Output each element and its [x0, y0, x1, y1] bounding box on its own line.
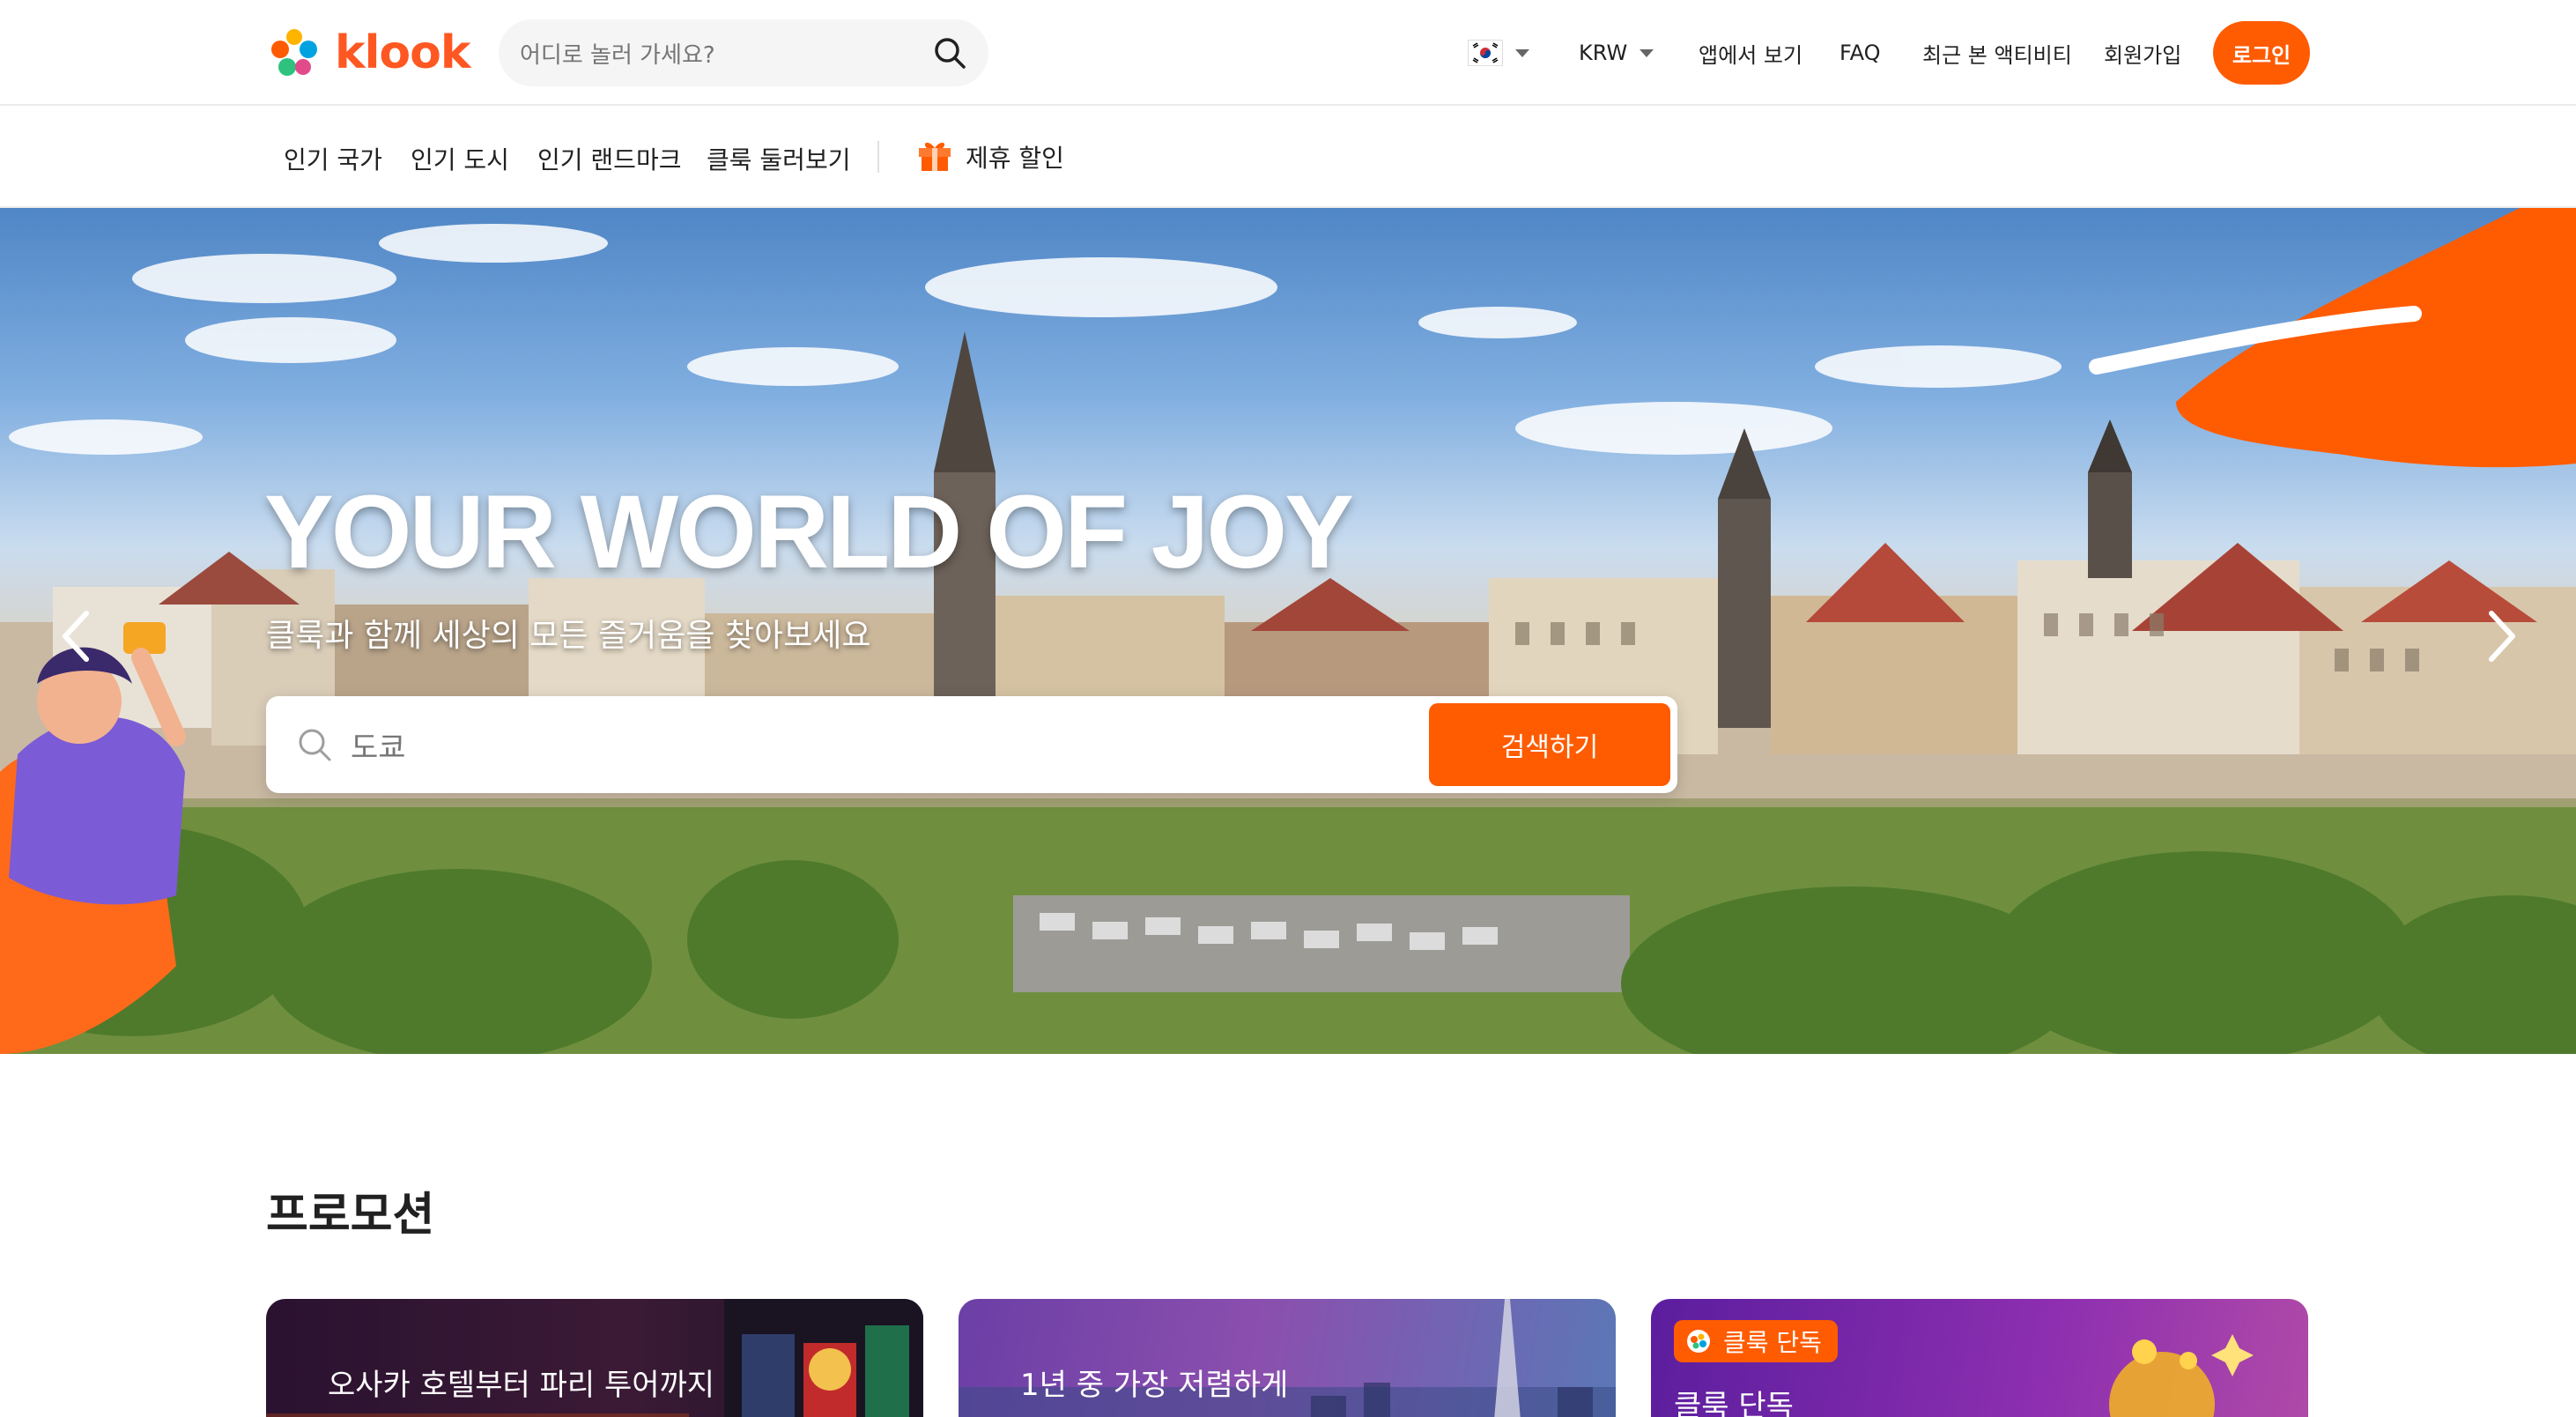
chevron-left-icon: [63, 611, 89, 662]
hero-banner: YOUR WORLD OF JOY 클룩과 함께 세상의 모든 즐거움을 찾아보…: [0, 208, 2576, 1054]
login-button[interactable]: 로그인: [2213, 21, 2310, 85]
promo-card-text: 1년 중 가장 저렴하게: [1020, 1368, 1289, 1403]
klook-logo-text: klook: [335, 26, 470, 79]
promotions-title: 프로모션: [266, 1189, 435, 1242]
view-in-app-link[interactable]: 앱에서 보기: [1699, 19, 1802, 86]
top-header: klook 어디로 놀러 가세요? KRW 앱에서 보기 FAQ 최근 본 액티…: [0, 0, 2576, 106]
signup-link[interactable]: 회원가입: [2104, 19, 2181, 86]
category-nav: 인기 국가 인기 도시 인기 랜드마크 클룩 둘러보기 제휴 할인: [0, 108, 2576, 208]
currency-label: KRW: [1579, 41, 1628, 65]
nav-partner-discount[interactable]: 제휴 할인: [966, 139, 1064, 174]
hero-search-input[interactable]: 도쿄 검색하기: [266, 696, 1677, 793]
recently-viewed-label: 최근 본 액티비티: [1922, 42, 2072, 68]
currency-selector[interactable]: KRW: [1579, 19, 1654, 86]
hero-title: YOUR WORLD OF JOY: [264, 474, 1354, 590]
hero-search-button[interactable]: 검색하기: [1429, 703, 1670, 786]
promo-card-text: 클룩 단독: [1674, 1389, 1794, 1417]
chevron-down-icon: [1515, 48, 1529, 57]
nav-divider: [877, 141, 879, 173]
chevron-right-icon: [2489, 611, 2515, 662]
recently-viewed-link[interactable]: 최근 본 액티비티: [1922, 19, 2072, 86]
carousel-prev-button[interactable]: [49, 601, 102, 671]
exclusive-badge-label: 클룩 단독: [1723, 1328, 1822, 1357]
hero-subtitle: 클룩과 함께 세상의 모든 즐거움을 찾아보세요: [266, 618, 871, 654]
klook-badge-icon: [1687, 1330, 1710, 1353]
carousel-next-button[interactable]: [2476, 601, 2528, 671]
exclusive-badge: 클룩 단독: [1674, 1320, 1838, 1362]
faq-label: FAQ: [1839, 41, 1881, 65]
promo-card[interactable]: 클룩 단독 클룩 단독: [1651, 1299, 2308, 1417]
gift-icon: [919, 142, 951, 171]
view-in-app-label: 앱에서 보기: [1699, 42, 1803, 68]
search-icon[interactable]: [932, 35, 967, 70]
nav-popular-countries[interactable]: 인기 국가: [284, 141, 382, 176]
locale-selector[interactable]: [1468, 19, 1529, 86]
promo-card[interactable]: 오사카 호텔부터 파리 투어까지: [266, 1299, 923, 1417]
nav-popular-cities[interactable]: 인기 도시: [411, 141, 509, 176]
nav-popular-landmarks[interactable]: 인기 랜드마크: [537, 141, 681, 176]
header-search-placeholder: 어디로 놀러 가세요?: [520, 41, 715, 69]
chevron-down-icon: [1640, 48, 1654, 57]
klook-logo-mark-icon: [271, 29, 317, 76]
korea-flag-icon: [1468, 40, 1503, 66]
promo-card[interactable]: 1년 중 가장 저렴하게: [959, 1299, 1616, 1417]
klook-logo[interactable]: klook: [264, 21, 470, 85]
signup-label: 회원가입: [2104, 42, 2182, 68]
promo-card-text: 오사카 호텔부터 파리 투어까지: [328, 1368, 715, 1403]
faq-link[interactable]: FAQ: [1839, 19, 1881, 86]
search-icon: [299, 729, 331, 761]
nav-explore-klook[interactable]: 클룩 둘러보기: [707, 141, 850, 176]
header-search-input[interactable]: 어디로 놀러 가세요?: [499, 19, 988, 86]
